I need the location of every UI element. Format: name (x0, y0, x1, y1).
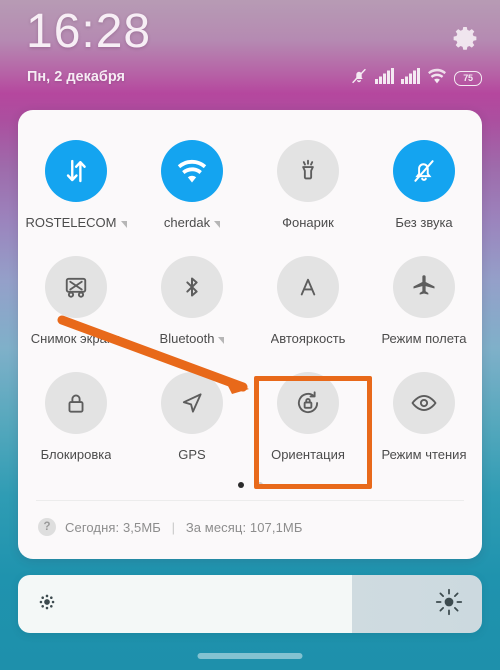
date-label: Пн, 2 декабря (27, 69, 126, 85)
toggle-label: Режим чтения (382, 447, 467, 462)
toggle-row-1: ROSTELECOM cherdak Фонарик Без звука (18, 132, 482, 242)
toggle-wifi[interactable]: cherdak (134, 132, 250, 242)
toggle-label: ROSTELECOM (25, 215, 127, 230)
chevron-expand-icon[interactable] (218, 337, 225, 344)
clock: 16:28 (26, 5, 152, 58)
signal-bars-sim1-icon (375, 67, 394, 89)
data-usage-today: Сегодня: 3,5МБ (65, 519, 161, 535)
status-bar: 16:28 Пн, 2 декабря 75 (0, 0, 500, 105)
toggle-reading-mode-label: Режим чтения (381, 447, 467, 462)
location-arrow-icon[interactable] (161, 372, 223, 434)
toggle-bluetooth[interactable]: Bluetooth (134, 248, 250, 358)
brightness-low-icon (36, 591, 58, 618)
page-indicator (18, 482, 482, 488)
toggle-screenshot[interactable]: Снимок экрана (18, 248, 134, 358)
toggle-label: GPS (178, 447, 205, 462)
data-usage-separator: | (171, 519, 176, 535)
toggle-label: Режим полета (381, 331, 466, 346)
data-usage-month: За месяц: 107,1МБ (185, 519, 303, 535)
toggle-row-2: Снимок экрана Bluetooth Автояркость Режи… (18, 248, 482, 358)
toggle-lock-label: Блокировка (40, 447, 112, 462)
toggle-bluetooth-label: Bluetooth (159, 331, 215, 346)
toggle-silent-label: Без звука (395, 215, 453, 230)
toggle-mobile-data-label: ROSTELECOM (25, 215, 117, 230)
wifi-icon[interactable] (161, 140, 223, 202)
toggle-silent[interactable]: Без звука (366, 132, 482, 242)
toggle-orientation-label: Ориентация (271, 447, 345, 462)
toggle-auto-brightness-label: Автояркость (270, 331, 346, 346)
toggle-wifi-label: cherdak (163, 215, 211, 230)
toggle-airplane-mode[interactable]: Режим полета (366, 248, 482, 358)
toggle-label: Автояркость (271, 331, 346, 346)
screen-rotation-lock-icon[interactable] (277, 372, 339, 434)
toggle-auto-brightness[interactable]: Автояркость (250, 248, 366, 358)
battery-indicator: 75 (454, 70, 482, 86)
airplane-icon[interactable] (393, 256, 455, 318)
home-indicator[interactable] (197, 653, 303, 659)
bell-muted-icon[interactable] (393, 140, 455, 202)
toggle-flashlight[interactable]: Фонарик (250, 132, 366, 242)
gear-icon[interactable] (450, 25, 480, 55)
toggle-label: cherdak (163, 215, 221, 230)
chevron-expand-icon[interactable] (214, 221, 221, 228)
bell-muted-icon (350, 67, 368, 90)
page-dot-2[interactable] (256, 482, 263, 488)
wifi-icon (427, 68, 447, 89)
toggle-label: Фонарик (282, 215, 334, 230)
toggle-flashlight-label: Фонарик (282, 215, 334, 230)
toggle-row-3: Блокировка GPS Ориентация Режим чтения (18, 364, 482, 474)
lock-icon[interactable] (45, 372, 107, 434)
system-icons: 75 (350, 67, 482, 90)
toggle-orientation[interactable]: Ориентация (250, 364, 366, 474)
page-dot-1[interactable] (237, 482, 244, 488)
chevron-expand-icon[interactable] (120, 221, 127, 228)
toggle-mobile-data[interactable]: ROSTELECOM (18, 132, 134, 242)
data-usage-row[interactable]: ? Сегодня: 3,5МБ | За месяц: 107,1МБ (38, 510, 462, 544)
toggle-label: Блокировка (41, 447, 112, 462)
brightness-high-icon (434, 587, 464, 622)
signal-bars-sim2-icon (401, 67, 420, 89)
data-usage-text: Сегодня: 3,5МБ | За месяц: 107,1МБ (65, 520, 302, 535)
auto-brightness-icon[interactable] (277, 256, 339, 318)
toggle-label: Снимок экрана (31, 331, 122, 346)
brightness-slider[interactable] (18, 575, 482, 633)
toggle-screenshot-label: Снимок экрана (30, 331, 122, 346)
flashlight-icon[interactable] (277, 140, 339, 202)
toggle-label: Без звука (395, 215, 452, 230)
quick-settings-panel: ROSTELECOM cherdak Фонарик Без звука Сни… (18, 110, 482, 559)
help-icon[interactable]: ? (38, 518, 56, 536)
divider (36, 500, 464, 501)
toggle-label: Ориентация (271, 447, 345, 462)
toggle-gps-label: GPS (178, 447, 206, 462)
bluetooth-icon[interactable] (161, 256, 223, 318)
eye-icon[interactable] (393, 372, 455, 434)
toggle-airplane-mode-label: Режим полета (381, 331, 467, 346)
toggle-label: Bluetooth (160, 331, 225, 346)
toggle-gps[interactable]: GPS (134, 364, 250, 474)
toggle-lock[interactable]: Блокировка (18, 364, 134, 474)
mobile-data-icon[interactable] (45, 140, 107, 202)
toggle-reading-mode[interactable]: Режим чтения (366, 364, 482, 474)
screenshot-icon[interactable] (45, 256, 107, 318)
